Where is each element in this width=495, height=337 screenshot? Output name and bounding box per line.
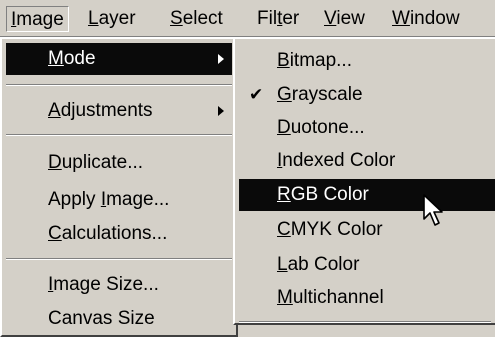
menu-item-grayscale[interactable]: ✔ Grayscale: [239, 79, 491, 111]
submenu-arrow-icon: [218, 54, 224, 64]
label-rest: rayscale: [291, 84, 363, 105]
mnemonic: L: [277, 254, 288, 275]
mnemonic: M: [48, 48, 64, 69]
menu-item-apply-image[interactable]: Apply Image...: [6, 184, 232, 216]
label-rest: mage Size...: [53, 274, 159, 295]
menu-separator: [6, 258, 232, 260]
label-rest: djustments: [60, 100, 153, 121]
mnemonic: G: [277, 84, 292, 105]
menu-item-multichannel[interactable]: Multichannel: [239, 282, 491, 314]
label-rest: mage: [16, 9, 64, 30]
mnemonic: M: [277, 287, 293, 308]
mnemonic: L: [88, 8, 99, 29]
mnemonic: D: [277, 117, 291, 138]
menu-item-cmyk-color[interactable]: CMYK Color: [239, 214, 491, 246]
menu-item-rgb-color[interactable]: RGB Color: [239, 179, 495, 211]
menu-item-bitmap[interactable]: Bitmap...: [239, 45, 491, 77]
menu-separator: [239, 321, 491, 323]
menubar-filter[interactable]: Filter: [253, 6, 303, 32]
mnemonic: V: [324, 8, 337, 29]
menu-item-adjustments[interactable]: Adjustments: [6, 95, 232, 127]
menubar-image[interactable]: Image: [6, 6, 69, 32]
label: Canvas Size: [48, 308, 155, 329]
mnemonic: D: [48, 152, 62, 173]
menu-item-duplicate[interactable]: Duplicate...: [6, 147, 232, 179]
menu-separator: [6, 84, 232, 86]
label-rest: ayer: [98, 8, 136, 29]
label-rest: er: [282, 8, 300, 29]
menu-item-lab-color[interactable]: Lab Color: [239, 249, 491, 281]
menu-separator: [6, 134, 232, 136]
label-rest: uplicate...: [61, 152, 144, 173]
label-rest: alculations...: [61, 223, 168, 244]
label-rest: MYK Color: [290, 219, 383, 240]
label-rest: iew: [336, 8, 365, 29]
label-rest: elect: [182, 8, 223, 29]
label-rest: itmap...: [289, 50, 352, 71]
mnemonic: C: [48, 223, 62, 244]
label-rest: ab Color: [287, 254, 360, 275]
image-menu: Mode Adjustments Duplicate... Apply Imag…: [0, 37, 238, 337]
menubar-view[interactable]: View: [320, 6, 369, 32]
mnemonic: A: [48, 100, 61, 121]
mnemonic: B: [277, 50, 290, 71]
menu-item-mode[interactable]: Mode: [6, 43, 232, 75]
menu-item-canvas-size[interactable]: Canvas Size: [6, 303, 232, 335]
label-rest: mage...: [106, 189, 170, 210]
menubar-layer[interactable]: Layer: [84, 6, 140, 32]
mnemonic: R: [277, 184, 291, 205]
label-rest: indow: [409, 8, 460, 29]
label-rest: ultichannel: [292, 287, 384, 308]
menu-item-duotone[interactable]: Duotone...: [239, 112, 491, 144]
label-pre: Apply: [48, 189, 101, 210]
menu-bar: Image Layer Select Filter View Window: [0, 0, 495, 37]
mnemonic: S: [170, 8, 183, 29]
mnemonic: C: [277, 219, 291, 240]
label-rest: ode: [63, 48, 96, 69]
label-pre: Fil: [257, 8, 278, 29]
mnemonic: W: [392, 8, 410, 29]
label-rest: ndexed Color: [282, 150, 396, 171]
mode-submenu: Bitmap... ✔ Grayscale Duotone... Indexed…: [233, 37, 495, 325]
menubar-select[interactable]: Select: [166, 6, 227, 32]
submenu-arrow-icon: [218, 106, 224, 116]
check-icon: ✔: [249, 85, 264, 104]
label-rest: uotone...: [290, 117, 365, 138]
menu-item-image-size[interactable]: Image Size...: [6, 269, 232, 301]
menu-item-calculations[interactable]: Calculations...: [6, 218, 232, 250]
label-rest: GB Color: [290, 184, 369, 205]
menubar-window[interactable]: Window: [388, 6, 464, 32]
menu-item-indexed-color[interactable]: Indexed Color: [239, 145, 491, 177]
arrow-pointer-icon: [423, 194, 443, 226]
